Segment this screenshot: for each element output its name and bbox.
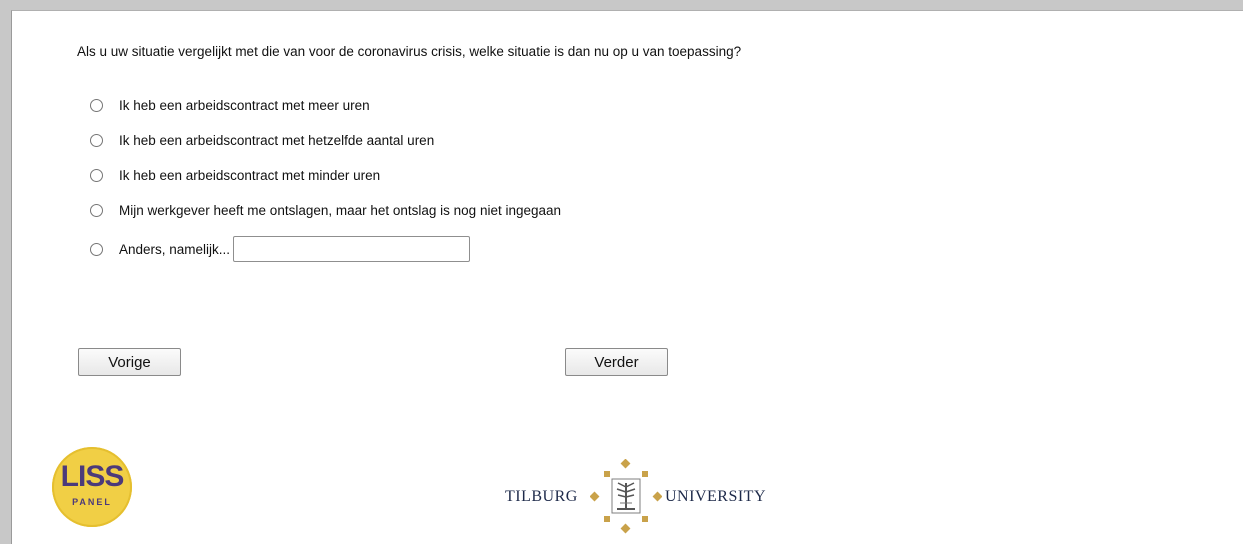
option-label: Ik heb een arbeidscontract met meer uren	[119, 97, 370, 113]
radio-button[interactable]	[90, 98, 103, 112]
option-label: Anders, namelijk...	[119, 241, 231, 257]
option-label: Ik heb een arbeidscontract met hetzelfde…	[119, 132, 435, 148]
tilburg-university-logo: TILBURG UNIVERSITY	[505, 459, 766, 534]
survey-frame: Als u uw situatie vergelijkt met die van…	[11, 10, 1243, 544]
option-label: Mijn werkgever heeft me ontslagen, maar …	[119, 202, 562, 218]
option-same-hours[interactable]: Ik heb een arbeidscontract met hetzelfde…	[90, 130, 434, 150]
tilburg-logo-right-text: UNIVERSITY	[665, 488, 766, 505]
radio-button[interactable]	[90, 242, 103, 256]
option-other[interactable]: Anders, namelijk...	[90, 236, 471, 262]
other-text-input[interactable]	[233, 236, 471, 262]
liss-logo-text: LISS	[60, 460, 125, 493]
radio-button[interactable]	[90, 203, 103, 217]
tilburg-logo-left-text: TILBURG	[505, 488, 578, 505]
option-fewer-hours[interactable]: Ik heb een arbeidscontract met minder ur…	[90, 165, 380, 185]
previous-button[interactable]: Vorige	[78, 348, 181, 376]
next-button[interactable]: Verder	[565, 348, 668, 376]
liss-panel-logo: LISS PANEL	[52, 447, 132, 527]
question-text: Als u uw situatie vergelijkt met die van…	[77, 44, 742, 59]
option-label: Ik heb een arbeidscontract met minder ur…	[119, 167, 381, 183]
radio-button[interactable]	[90, 168, 103, 182]
option-dismissed[interactable]: Mijn werkgever heeft me ontslagen, maar …	[90, 200, 561, 220]
option-more-hours[interactable]: Ik heb een arbeidscontract met meer uren	[90, 95, 370, 115]
tilburg-emblem-icon	[590, 459, 662, 534]
liss-logo-subtext: PANEL	[72, 497, 112, 507]
radio-button[interactable]	[90, 133, 103, 147]
